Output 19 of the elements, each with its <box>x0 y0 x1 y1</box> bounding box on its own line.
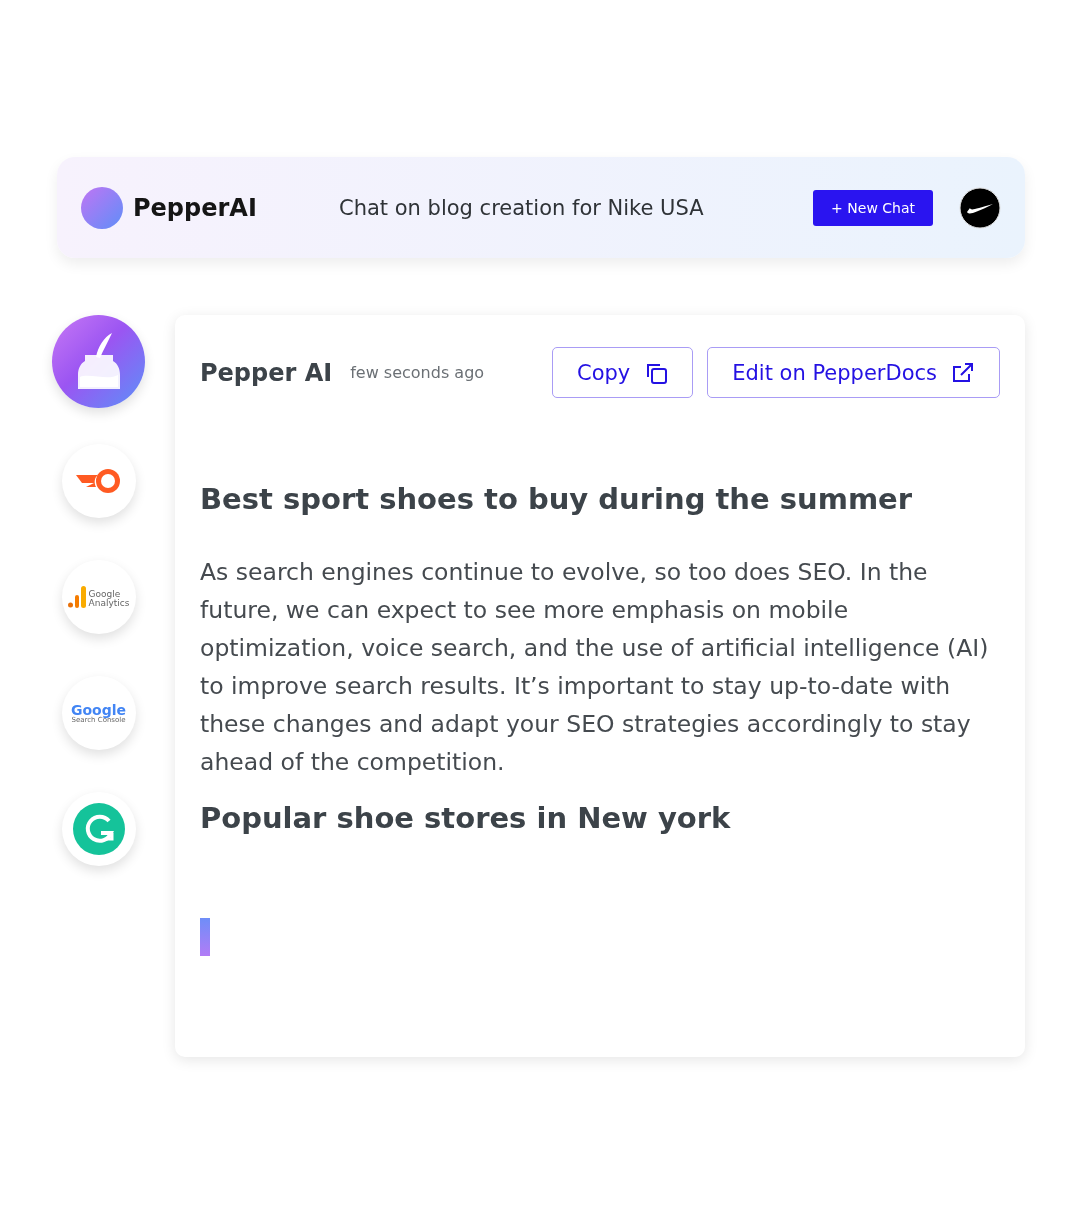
integration-button[interactable]: Google Analytics <box>61 560 136 634</box>
logo-text: Google <box>88 590 122 599</box>
timestamp: few seconds ago <box>350 363 486 382</box>
text-cursor <box>200 917 210 956</box>
logo-text: Google <box>70 702 126 717</box>
section-heading: Popular shoe stores in New york <box>200 800 732 836</box>
new-chat-button[interactable]: + New Chat <box>813 189 933 226</box>
copy-button[interactable]: Copy <box>552 347 694 398</box>
logo-text: Analytics <box>88 599 130 608</box>
swoosh-avatar-icon[interactable] <box>959 186 1001 229</box>
section-heading: Best sport shoes to buy during the summer <box>200 482 914 517</box>
external-link-icon <box>951 360 975 385</box>
author-name: Pepper AI <box>200 358 333 387</box>
bar-chart-icon <box>67 586 86 608</box>
paragraph: As search engines continue to evolve, so too does SEO. In the future, we can expect to see more emphasis on mobile optimization, voice search, and the use of artificial intelligence (AI) to improve search results. It’s important to stay up-to-date with these changes and adapt your SEO strategies accordingly to stay ahead of the competition. <box>200 556 990 778</box>
chat-title: Chat on blog creation for Nike USA <box>339 195 705 220</box>
logo-icon <box>81 186 123 229</box>
brand-name: PepperAI <box>133 193 258 222</box>
edit-button[interactable]: Edit on PepperDocs <box>707 347 1000 398</box>
